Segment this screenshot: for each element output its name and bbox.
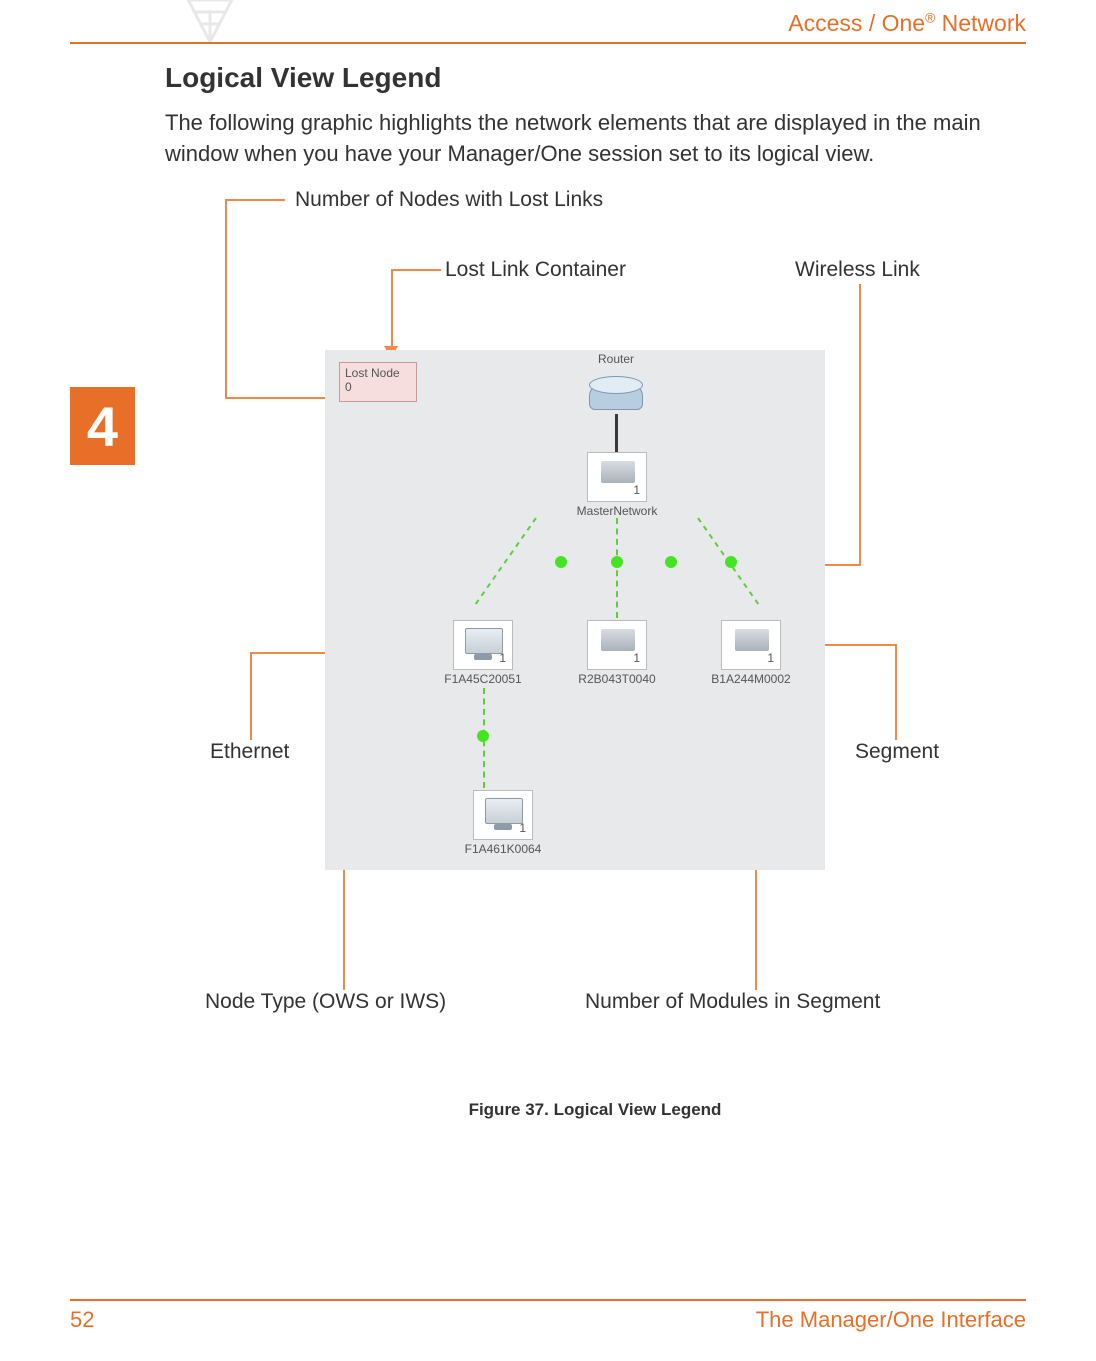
wireless-dot-icon	[477, 730, 489, 742]
lost-node-count: 0	[345, 380, 411, 394]
node-count: 1	[519, 821, 526, 835]
logical-view-screenshot: Lost Node 0 Router 1 MasterNetwork 1 F1A…	[325, 350, 825, 870]
footer-title: The Manager/One Interface	[756, 1307, 1026, 1333]
node-count: 1	[633, 651, 640, 665]
server-icon	[601, 629, 635, 651]
figure-caption: Figure 37. Logical View Legend	[165, 1100, 1025, 1120]
master-network-node: 1	[587, 452, 647, 502]
wireless-dot-icon	[665, 556, 677, 568]
callout-line	[225, 199, 285, 201]
monitor-stand-icon	[494, 824, 512, 830]
callout-line	[391, 269, 441, 271]
callout-modules-in-segment: Number of Modules in Segment	[585, 990, 880, 1014]
wireless-dot-icon	[611, 556, 623, 568]
ethernet-link-icon	[615, 414, 618, 452]
lost-node-label: Lost Node	[345, 366, 411, 380]
chapter-tab: 4	[70, 387, 135, 465]
callout-line	[391, 269, 393, 349]
node-count: 1	[499, 651, 506, 665]
callout-line	[859, 284, 861, 564]
node-label: F1A461K0064	[457, 842, 549, 856]
callout-line	[225, 199, 227, 397]
segment-node: 1	[721, 620, 781, 670]
node-count: 1	[767, 651, 774, 665]
header-rule	[70, 42, 1026, 44]
section-heading: Logical View Legend	[165, 62, 441, 94]
master-count: 1	[633, 483, 640, 497]
segment-node: 1	[587, 620, 647, 670]
segment-node: 1	[473, 790, 533, 840]
callout-line	[250, 652, 252, 740]
node-label: F1A45C20051	[437, 672, 529, 686]
wireless-dot-icon	[725, 556, 737, 568]
callout-line	[225, 397, 325, 399]
callout-node-type: Node Type (OWS or IWS)	[205, 990, 446, 1014]
product-prefix: Access / One	[788, 10, 925, 36]
callout-ethernet: Ethernet	[210, 740, 289, 764]
server-icon	[735, 629, 769, 651]
master-label: MasterNetwork	[569, 504, 665, 518]
monitor-icon	[485, 798, 523, 824]
node-label: R2B043T0040	[571, 672, 663, 686]
monitor-stand-icon	[474, 654, 492, 660]
node-label: B1A244M0002	[705, 672, 797, 686]
router-label: Router	[581, 352, 651, 366]
wireless-link-icon	[616, 518, 618, 618]
callout-lost-nodes: Number of Nodes with Lost Links	[295, 188, 603, 212]
section-paragraph: The following graphic highlights the net…	[165, 108, 1005, 170]
annotated-figure: Number of Nodes with Lost Links Lost Lin…	[165, 180, 1025, 1100]
footer-rule	[70, 1299, 1026, 1301]
antenna-watermark	[150, 0, 270, 52]
callout-lost-link-container: Lost Link Container	[445, 258, 626, 282]
segment-node: 1	[453, 620, 513, 670]
lost-node-container: Lost Node 0	[339, 362, 417, 402]
callout-wireless-link: Wireless Link	[795, 258, 920, 282]
server-icon	[601, 461, 635, 483]
callout-segment: Segment	[855, 740, 939, 764]
callout-line	[895, 644, 897, 740]
wireless-link-icon	[472, 517, 537, 608]
wireless-dot-icon	[555, 556, 567, 568]
product-suffix: Network	[935, 10, 1026, 36]
page-number: 52	[70, 1307, 94, 1333]
router-icon	[585, 370, 645, 414]
product-header: Access / One® Network	[788, 10, 1026, 37]
monitor-icon	[465, 628, 503, 654]
